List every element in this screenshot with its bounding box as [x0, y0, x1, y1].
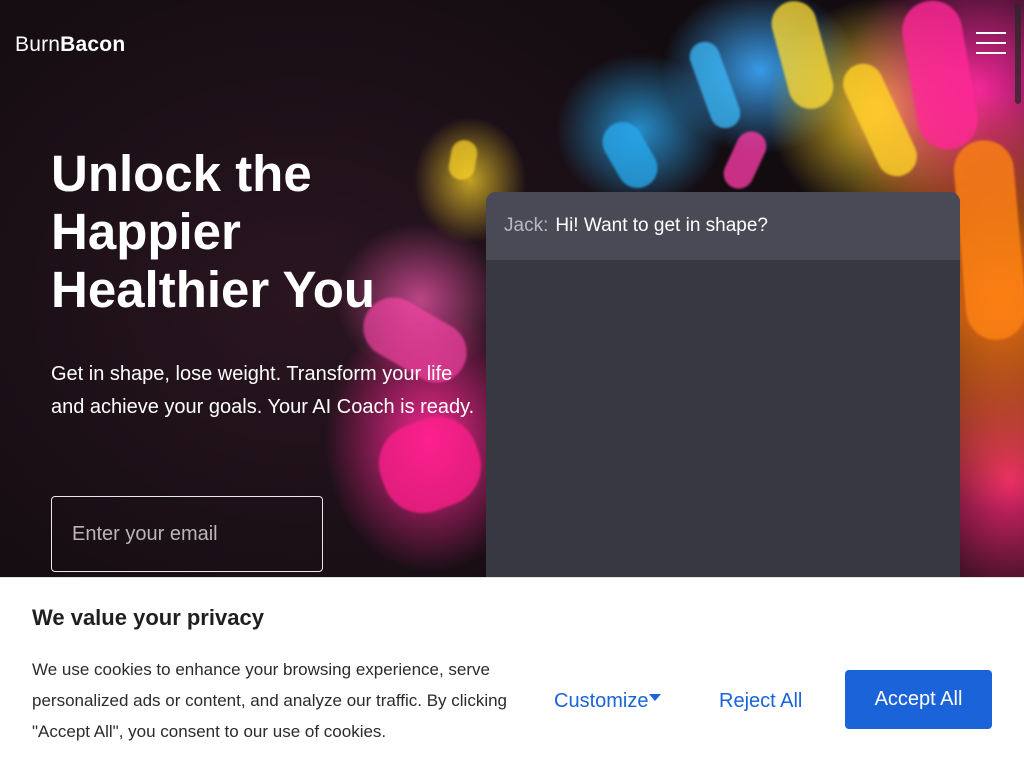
hero-title-line: Happier — [51, 203, 241, 260]
cookie-banner-title: We value your privacy — [32, 605, 264, 630]
accept-all-button[interactable]: Accept All — [845, 670, 992, 729]
hero-title: Unlock the Happier Healthier You — [51, 145, 471, 319]
logo-text-bacon: Bacon — [60, 33, 126, 56]
chat-message: Jack: Hi! Want to get in shape? — [486, 192, 960, 260]
reject-all-button[interactable]: Reject All — [719, 684, 802, 718]
hero-title-line: Healthier You — [51, 261, 376, 318]
caret-down-icon — [649, 693, 662, 701]
email-input[interactable] — [51, 496, 323, 572]
customize-label: Customize — [554, 689, 649, 712]
cookie-consent-banner: We value your privacy We use cookies to … — [0, 577, 1024, 768]
chat-speaker: Jack: — [504, 215, 549, 236]
site-logo[interactable]: BurnBacon — [15, 33, 125, 57]
logo-text-burn: Burn — [15, 33, 61, 56]
chat-message-text: Hi! Want to get in shape? — [555, 215, 768, 236]
cookie-banner-text: We use cookies to enhance your browsing … — [32, 660, 508, 741]
scrollbar-thumb[interactable] — [1015, 4, 1021, 104]
hamburger-menu-icon[interactable] — [976, 32, 1006, 54]
ai-coach-chat-panel: Jack: Hi! Want to get in shape? — [486, 192, 960, 612]
hero-title-line: Unlock the — [51, 145, 312, 202]
hero-subtitle: Get in shape, lose weight. Transform you… — [51, 363, 475, 418]
customize-button[interactable]: Customize — [554, 684, 662, 718]
